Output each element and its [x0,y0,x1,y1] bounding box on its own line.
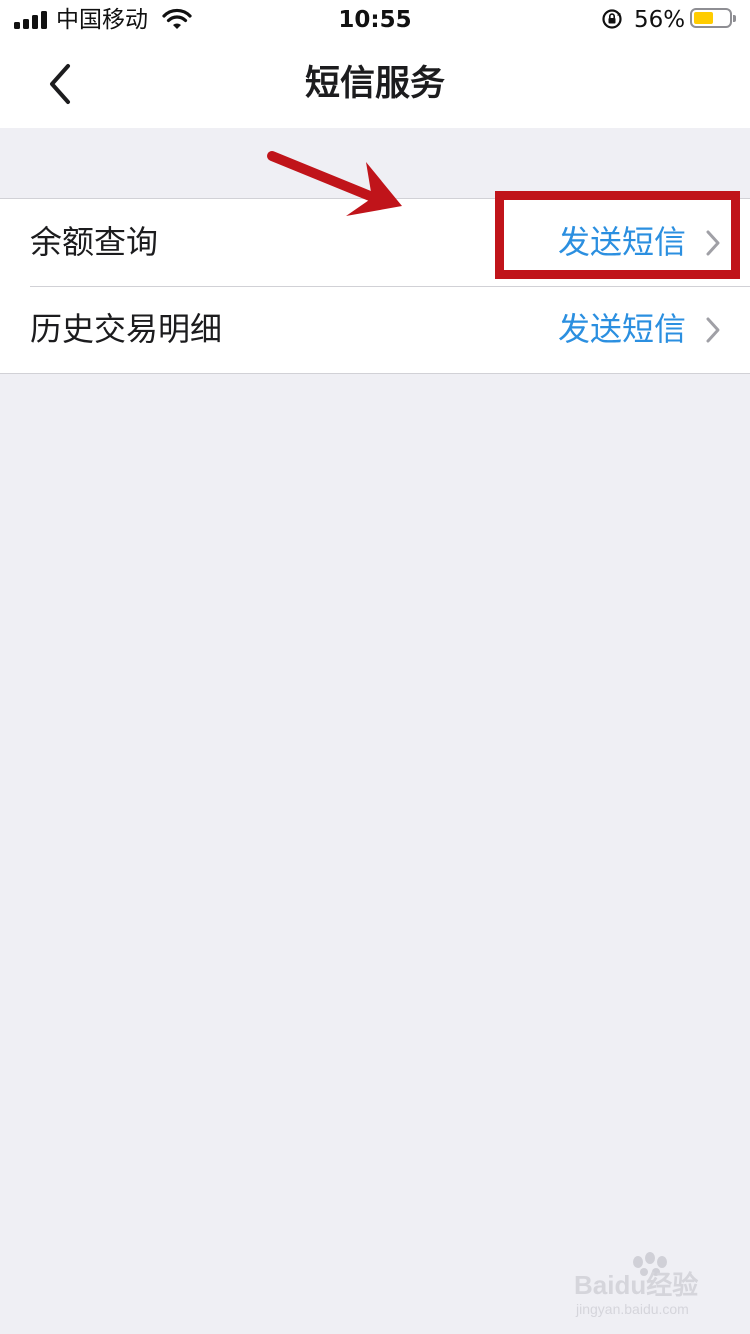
watermark-brand: Baidu经验 [574,1270,698,1300]
list-item-label: 历史交易明细 [30,310,223,348]
battery-icon [690,8,736,28]
chevron-right-icon [706,317,720,343]
page-title: 短信服务 [304,64,445,104]
annotation-highlight-box [495,191,740,279]
watermark-url: jingyan.baidu.com [575,1301,689,1317]
list-item-label: 余额查询 [30,223,159,261]
battery-level-fill [694,12,713,24]
rotation-lock-icon [602,9,622,29]
list-item-transaction-history[interactable]: 历史交易明细 发送短信 [0,286,750,373]
chevron-left-icon [50,64,70,104]
back-button[interactable] [36,60,84,108]
send-sms-link[interactable]: 发送短信 [558,286,686,373]
baidu-jingyan-watermark: Baidu经验 jingyan.baidu.com [574,1252,698,1317]
battery-percentage: 56% [634,7,686,33]
navigation-bar: 短信服务 [0,40,750,128]
status-bar: 中国移动 10:55 56% [0,0,750,40]
annotation-arrow-icon [267,151,402,216]
